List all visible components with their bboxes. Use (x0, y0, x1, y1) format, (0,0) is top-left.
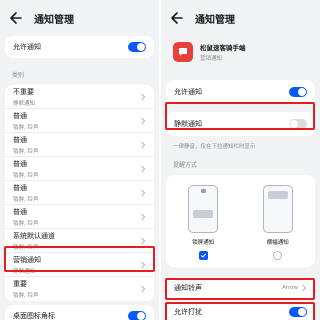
method-label: 锁屏通知 (192, 240, 215, 246)
method-header: 提醒方式 (173, 162, 198, 169)
speech-bubble-icon (179, 48, 187, 56)
chevron-right-icon (141, 141, 146, 148)
highlight-marketing (4, 246, 155, 272)
check-icon (200, 253, 206, 258)
list-item-text: 普通 锁屏, 铃声 (13, 135, 39, 155)
badge-label: 桌面图标角标 (13, 312, 55, 320)
list-item-sub: 锁屏, 铃声 (13, 148, 39, 155)
list-item-text: 普通 锁屏, 铃声 (13, 111, 39, 131)
list-item[interactable]: 普通 锁屏, 铃声 (5, 205, 154, 229)
list-item-label: 系统默认通道 (13, 231, 55, 240)
list-item-label: 普通 (13, 207, 27, 216)
list-item-text: 重要 锁屏, 铃声 (13, 279, 39, 299)
badge-row[interactable]: 桌面图标角标 (5, 305, 154, 320)
category-header: 类别 (12, 72, 25, 79)
reminder-method-card: 锁屏通知 横幅通知 (166, 175, 315, 267)
chevron-right-icon (141, 93, 146, 100)
list-item-text: 普通 锁屏, 铃声 (13, 183, 39, 203)
list-item-label: 重要 (13, 280, 27, 288)
allow-notification-row[interactable]: 允许通知 (5, 36, 154, 58)
allow-notification-label: 允许通知 (174, 88, 202, 96)
list-item[interactable]: 普通 锁屏, 铃声 (5, 109, 154, 133)
chevron-right-icon (141, 165, 146, 172)
list-item-text: 普通 锁屏, 铃声 (13, 207, 39, 227)
list-item-sub: 锁屏, 铃声 (13, 220, 39, 227)
list-item-sub: 锁屏, 铃声 (13, 172, 39, 179)
app-sub: 营销通知 (200, 56, 223, 62)
page-title: 通知管理 (195, 14, 235, 26)
app-text: 松鼠速客骑手端 营销通知 (200, 42, 246, 62)
list-item-sub: 锁屏, 铃声 (13, 293, 39, 299)
chevron-right-icon (141, 213, 146, 220)
app-name: 松鼠速客骑手端 (200, 44, 246, 52)
header: 通知管理 (0, 0, 159, 36)
chevron-right-icon (141, 189, 146, 196)
left-panel: 通知管理 允许通知 类别 不重要 静默通知 普通 锁屏, 铃声 普通 锁屏, 铃… (0, 0, 159, 320)
list-item[interactable]: 不重要 静默通知 (5, 85, 154, 109)
chevron-right-icon (141, 117, 146, 124)
banner-preview (262, 185, 293, 233)
list-item-sub: 锁屏, 铃声 (13, 124, 39, 131)
list-item-label: 普通 (13, 183, 27, 192)
list-item-label: 普通 (13, 135, 27, 144)
preview-bar (267, 191, 288, 199)
badge-toggle[interactable] (128, 311, 146, 320)
silent-description: 一律静音，仅在下拉通知栏时显示 (173, 144, 256, 150)
app-info: 松鼠速客骑手端 营销通知 (161, 36, 320, 68)
list-item-label: 不重要 (13, 87, 34, 96)
method-lockscreen[interactable]: 锁屏通知 (188, 185, 219, 267)
list-item-sub: 静默通知 (13, 100, 36, 107)
app-icon (173, 42, 193, 62)
chevron-right-icon (141, 285, 146, 293)
highlight-ringtone (165, 278, 315, 300)
list-item[interactable]: 重要 锁屏, 铃声 (5, 277, 154, 301)
allow-notification-card: 允许通知 (166, 80, 315, 104)
highlight-silent (165, 102, 315, 130)
checkbox-checked[interactable] (198, 251, 208, 260)
method-banner[interactable]: 横幅通知 (262, 185, 293, 267)
radio-unchecked[interactable] (273, 251, 283, 260)
list-item[interactable]: 普通 锁屏, 铃声 (5, 133, 154, 157)
chevron-right-icon (141, 237, 146, 244)
list-item-text: 普通 锁屏, 铃声 (13, 159, 39, 179)
lockscreen-preview (188, 185, 219, 233)
allow-notification-label: 允许通知 (13, 43, 41, 51)
back-arrow-icon[interactable] (8, 11, 22, 25)
method-label: 横幅通知 (266, 240, 289, 246)
allow-notification-toggle[interactable] (289, 87, 307, 97)
allow-notification-row[interactable]: 允许通知 (166, 80, 315, 104)
allow-notification-toggle[interactable] (128, 42, 146, 52)
header: 通知管理 (161, 0, 320, 36)
list-item-sub: 锁屏, 铃声 (13, 196, 39, 203)
right-panel: 通知管理 松鼠速客骑手端 营销通知 允许通知 静默通知 一律静音，仅在下拉通知栏… (161, 0, 320, 320)
highlight-dnd (165, 302, 315, 320)
list-item-label: 普通 (13, 111, 27, 120)
list-item-label: 普通 (13, 159, 27, 168)
list-item[interactable]: 普通 锁屏, 铃声 (5, 157, 154, 181)
list-item[interactable]: 普通 锁屏, 铃声 (5, 181, 154, 205)
preview-bar (193, 210, 214, 218)
list-item-text: 不重要 静默通知 (13, 87, 35, 107)
lock-icon (201, 189, 207, 193)
page-title: 通知管理 (34, 14, 74, 26)
allow-notification-card: 允许通知 (5, 36, 154, 58)
badge-card: 桌面图标角标 (5, 305, 154, 320)
back-arrow-icon[interactable] (169, 11, 183, 25)
